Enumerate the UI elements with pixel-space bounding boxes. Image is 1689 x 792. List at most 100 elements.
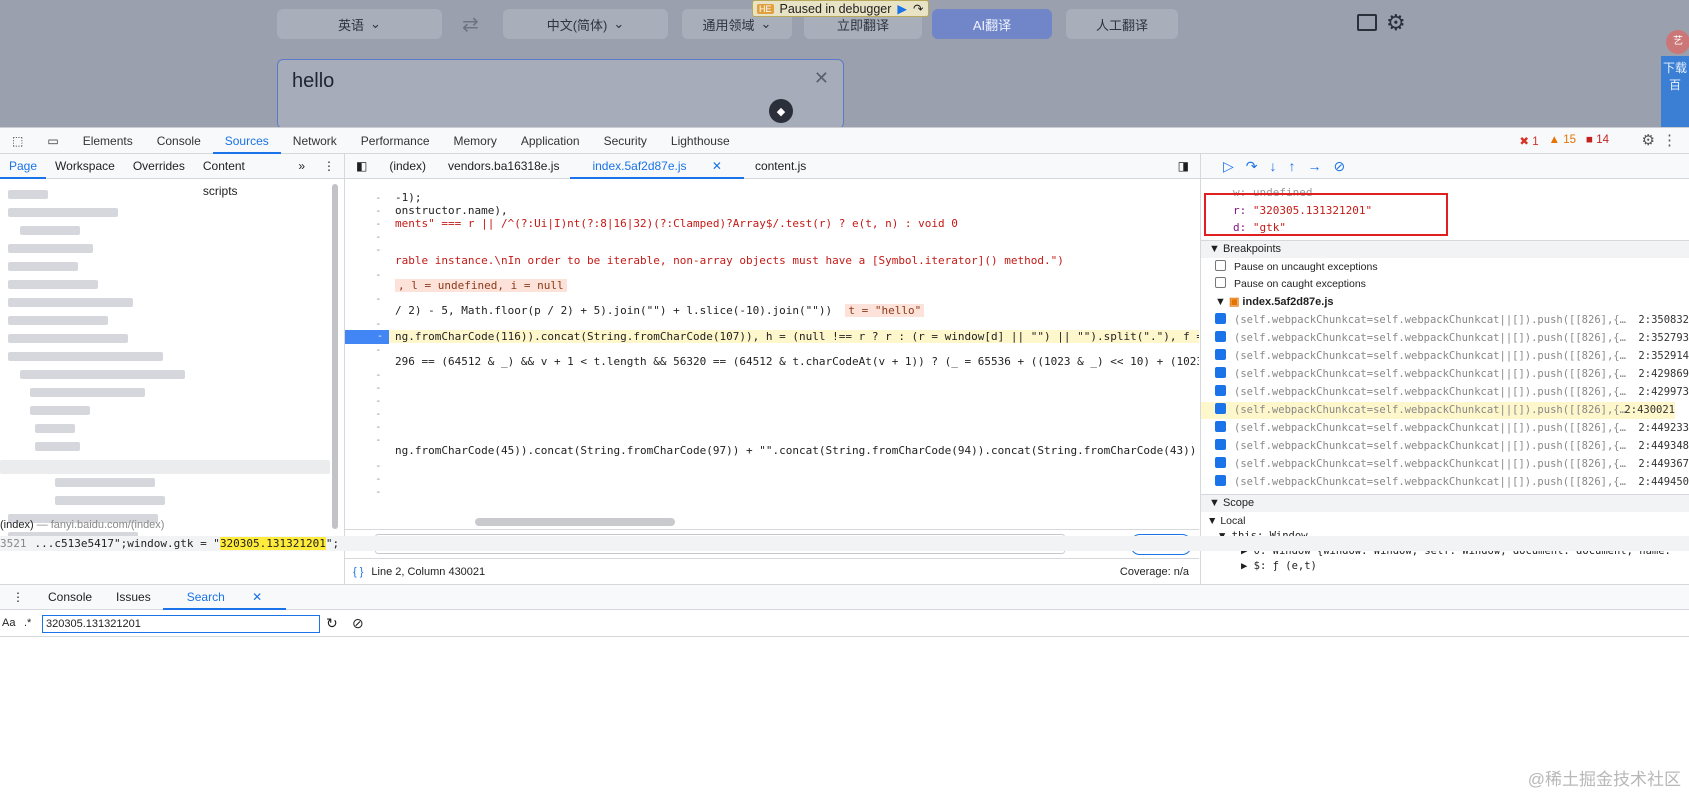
tree-item[interactable] bbox=[30, 388, 145, 397]
issue-count[interactable]: ■ 14 bbox=[1586, 134, 1609, 148]
step-into-icon[interactable]: ↓ bbox=[1270, 158, 1277, 174]
settings-icon[interactable]: ⚙ bbox=[1642, 131, 1655, 149]
breakpoint-file-group[interactable]: ▼ ▣ index.5af2d87e.js bbox=[1215, 294, 1689, 311]
tree-item-selected[interactable] bbox=[0, 460, 330, 474]
breakpoint-item[interactable]: (self.webpackChunkcat=self.webpackChunkc… bbox=[1215, 366, 1689, 383]
more-icon[interactable]: ⋮ bbox=[1662, 131, 1677, 149]
tab-overrides[interactable]: Overrides bbox=[124, 154, 194, 179]
close-icon[interactable]: ✕ bbox=[701, 159, 733, 173]
checkbox[interactable] bbox=[1215, 367, 1226, 378]
regex-button[interactable]: .* bbox=[24, 617, 31, 629]
breakpoint-item[interactable]: (self.webpackChunkcat=self.webpackChunkc… bbox=[1215, 348, 1689, 365]
breakpoints-section-header[interactable]: ▼ Breakpoints bbox=[1201, 240, 1689, 258]
target-language-select[interactable]: 中文(简体) ⌄ bbox=[503, 9, 668, 39]
toggle-debugger-icon[interactable]: ◨ bbox=[1167, 154, 1200, 179]
drawer-tab-issues[interactable]: Issues bbox=[104, 585, 163, 610]
tab-performance[interactable]: Performance bbox=[349, 128, 442, 154]
checkbox[interactable] bbox=[1215, 331, 1226, 342]
clear-icon[interactable]: ⊘ bbox=[352, 615, 364, 632]
tree-item[interactable] bbox=[30, 406, 90, 415]
pretty-print-icon[interactable]: { } bbox=[345, 566, 371, 578]
tree-item[interactable] bbox=[8, 280, 98, 289]
tree-item[interactable] bbox=[8, 190, 48, 199]
swap-icon[interactable]: ⇄ bbox=[462, 12, 479, 37]
folder-icon[interactable] bbox=[1357, 14, 1377, 31]
breakpoint-item[interactable]: (self.webpackChunkcat=self.webpackChunkc… bbox=[1215, 456, 1689, 473]
breakpoint-marker[interactable]: - bbox=[345, 330, 389, 344]
breakpoint-item[interactable]: (self.webpackChunkcat=self.webpackChunkc… bbox=[1215, 312, 1689, 329]
navigator-scrollbar[interactable] bbox=[332, 184, 338, 529]
checkbox[interactable] bbox=[1215, 349, 1226, 360]
tree-item[interactable] bbox=[20, 226, 80, 235]
tree-item[interactable] bbox=[8, 298, 133, 307]
tab-sources[interactable]: Sources bbox=[212, 128, 281, 154]
device-toolbar-icon[interactable]: ▭ bbox=[35, 128, 70, 154]
scope-section-header[interactable]: ▼ Scope bbox=[1201, 494, 1689, 512]
tab-page[interactable]: Page bbox=[0, 154, 47, 179]
checkbox[interactable] bbox=[1215, 457, 1226, 468]
checkbox[interactable] bbox=[1215, 475, 1226, 486]
resume-icon[interactable]: ▷ bbox=[1223, 158, 1234, 175]
match-case-button[interactable]: Aa bbox=[2, 617, 15, 629]
step-over-icon[interactable]: ↷ bbox=[1246, 158, 1258, 175]
drawer-tab-console[interactable]: Console bbox=[36, 585, 104, 610]
error-count[interactable]: ✖ 1 bbox=[1519, 134, 1538, 148]
tree-item[interactable] bbox=[55, 496, 165, 505]
editor-tab-index[interactable]: (index) bbox=[378, 154, 437, 179]
close-icon[interactable]: ✕ bbox=[240, 590, 274, 604]
checkbox[interactable] bbox=[1215, 260, 1226, 271]
checkbox[interactable] bbox=[1215, 277, 1226, 288]
tab-security[interactable]: Security bbox=[592, 128, 659, 154]
inspect-icon[interactable]: ⬚ bbox=[0, 128, 35, 154]
search-result-line[interactable]: 3521 ...c513e5417";window.gtk = "320305.1… bbox=[0, 536, 1689, 551]
more-icon[interactable]: ⋮ bbox=[314, 154, 344, 179]
editor-tab-content[interactable]: content.js bbox=[744, 154, 817, 179]
tab-network[interactable]: Network bbox=[281, 128, 349, 154]
issue-counts[interactable]: ✖ 1 ▲ 15 ■ 14 bbox=[1519, 134, 1609, 148]
tab-memory[interactable]: Memory bbox=[442, 128, 509, 154]
checkbox[interactable] bbox=[1215, 421, 1226, 432]
source-text-input[interactable]: hello ✕ bbox=[277, 59, 844, 127]
checkbox[interactable] bbox=[1215, 439, 1226, 450]
search-result-file[interactable]: (index) — fanyi.baidu.com/(index) bbox=[0, 519, 164, 531]
checkbox[interactable] bbox=[1215, 403, 1226, 414]
tab-workspace[interactable]: Workspace bbox=[46, 154, 124, 179]
avatar[interactable]: 艺 bbox=[1666, 30, 1689, 54]
tree-item[interactable] bbox=[8, 334, 128, 343]
pause-caught-option[interactable]: Pause on caught exceptions bbox=[1215, 276, 1689, 293]
refresh-icon[interactable]: ↻ bbox=[326, 615, 338, 632]
tab-content-scripts[interactable]: Content scripts bbox=[194, 154, 289, 198]
breakpoint-item[interactable]: (self.webpackChunkcat=self.webpackChunkc… bbox=[1215, 384, 1689, 401]
tree-item[interactable] bbox=[8, 208, 118, 217]
close-icon[interactable]: ✕ bbox=[814, 68, 829, 89]
tree-item[interactable] bbox=[35, 442, 80, 451]
search-input[interactable]: 320305.131321201 bbox=[42, 615, 320, 633]
tab-lighthouse[interactable]: Lighthouse bbox=[659, 128, 742, 154]
deactivate-breakpoints-icon[interactable]: ⊘ bbox=[1334, 158, 1346, 175]
warning-count[interactable]: ▲ 15 bbox=[1549, 134, 1576, 148]
tab-elements[interactable]: Elements bbox=[71, 128, 145, 154]
checkbox[interactable] bbox=[1215, 313, 1226, 324]
step-out-icon[interactable]: ↑ bbox=[1289, 158, 1296, 174]
step-over-icon[interactable]: ↷ bbox=[913, 1, 923, 16]
tree-item[interactable] bbox=[20, 370, 185, 379]
editor-horizontal-scrollbar[interactable] bbox=[475, 518, 675, 526]
more-icon[interactable]: ⋮ bbox=[0, 585, 36, 610]
breakpoint-item-active[interactable]: (self.webpackChunkcat=self.webpackChunkc… bbox=[1201, 402, 1675, 419]
tree-item[interactable] bbox=[8, 316, 108, 325]
human-translate-button[interactable]: 人工翻译 bbox=[1066, 9, 1178, 39]
tree-item[interactable] bbox=[8, 244, 93, 253]
checkbox[interactable] bbox=[1215, 385, 1226, 396]
breakpoint-item[interactable]: (self.webpackChunkcat=self.webpackChunkc… bbox=[1215, 474, 1689, 491]
breakpoint-item[interactable]: (self.webpackChunkcat=self.webpackChunkc… bbox=[1215, 420, 1689, 437]
side-download-banner[interactable]: 下载百 bbox=[1661, 56, 1689, 127]
tab-console[interactable]: Console bbox=[145, 128, 213, 154]
tree-item[interactable] bbox=[55, 478, 155, 487]
step-icon[interactable]: → bbox=[1308, 158, 1322, 174]
source-language-select[interactable]: 英语 ⌄ bbox=[277, 9, 442, 39]
drawer-tab-search[interactable]: Search ✕ bbox=[162, 585, 287, 610]
resume-icon[interactable]: ▶ bbox=[897, 1, 907, 16]
tree-item[interactable] bbox=[8, 352, 163, 361]
toggle-navigator-icon[interactable]: ◧ bbox=[345, 154, 378, 179]
more-tabs-icon[interactable]: » bbox=[289, 154, 314, 179]
